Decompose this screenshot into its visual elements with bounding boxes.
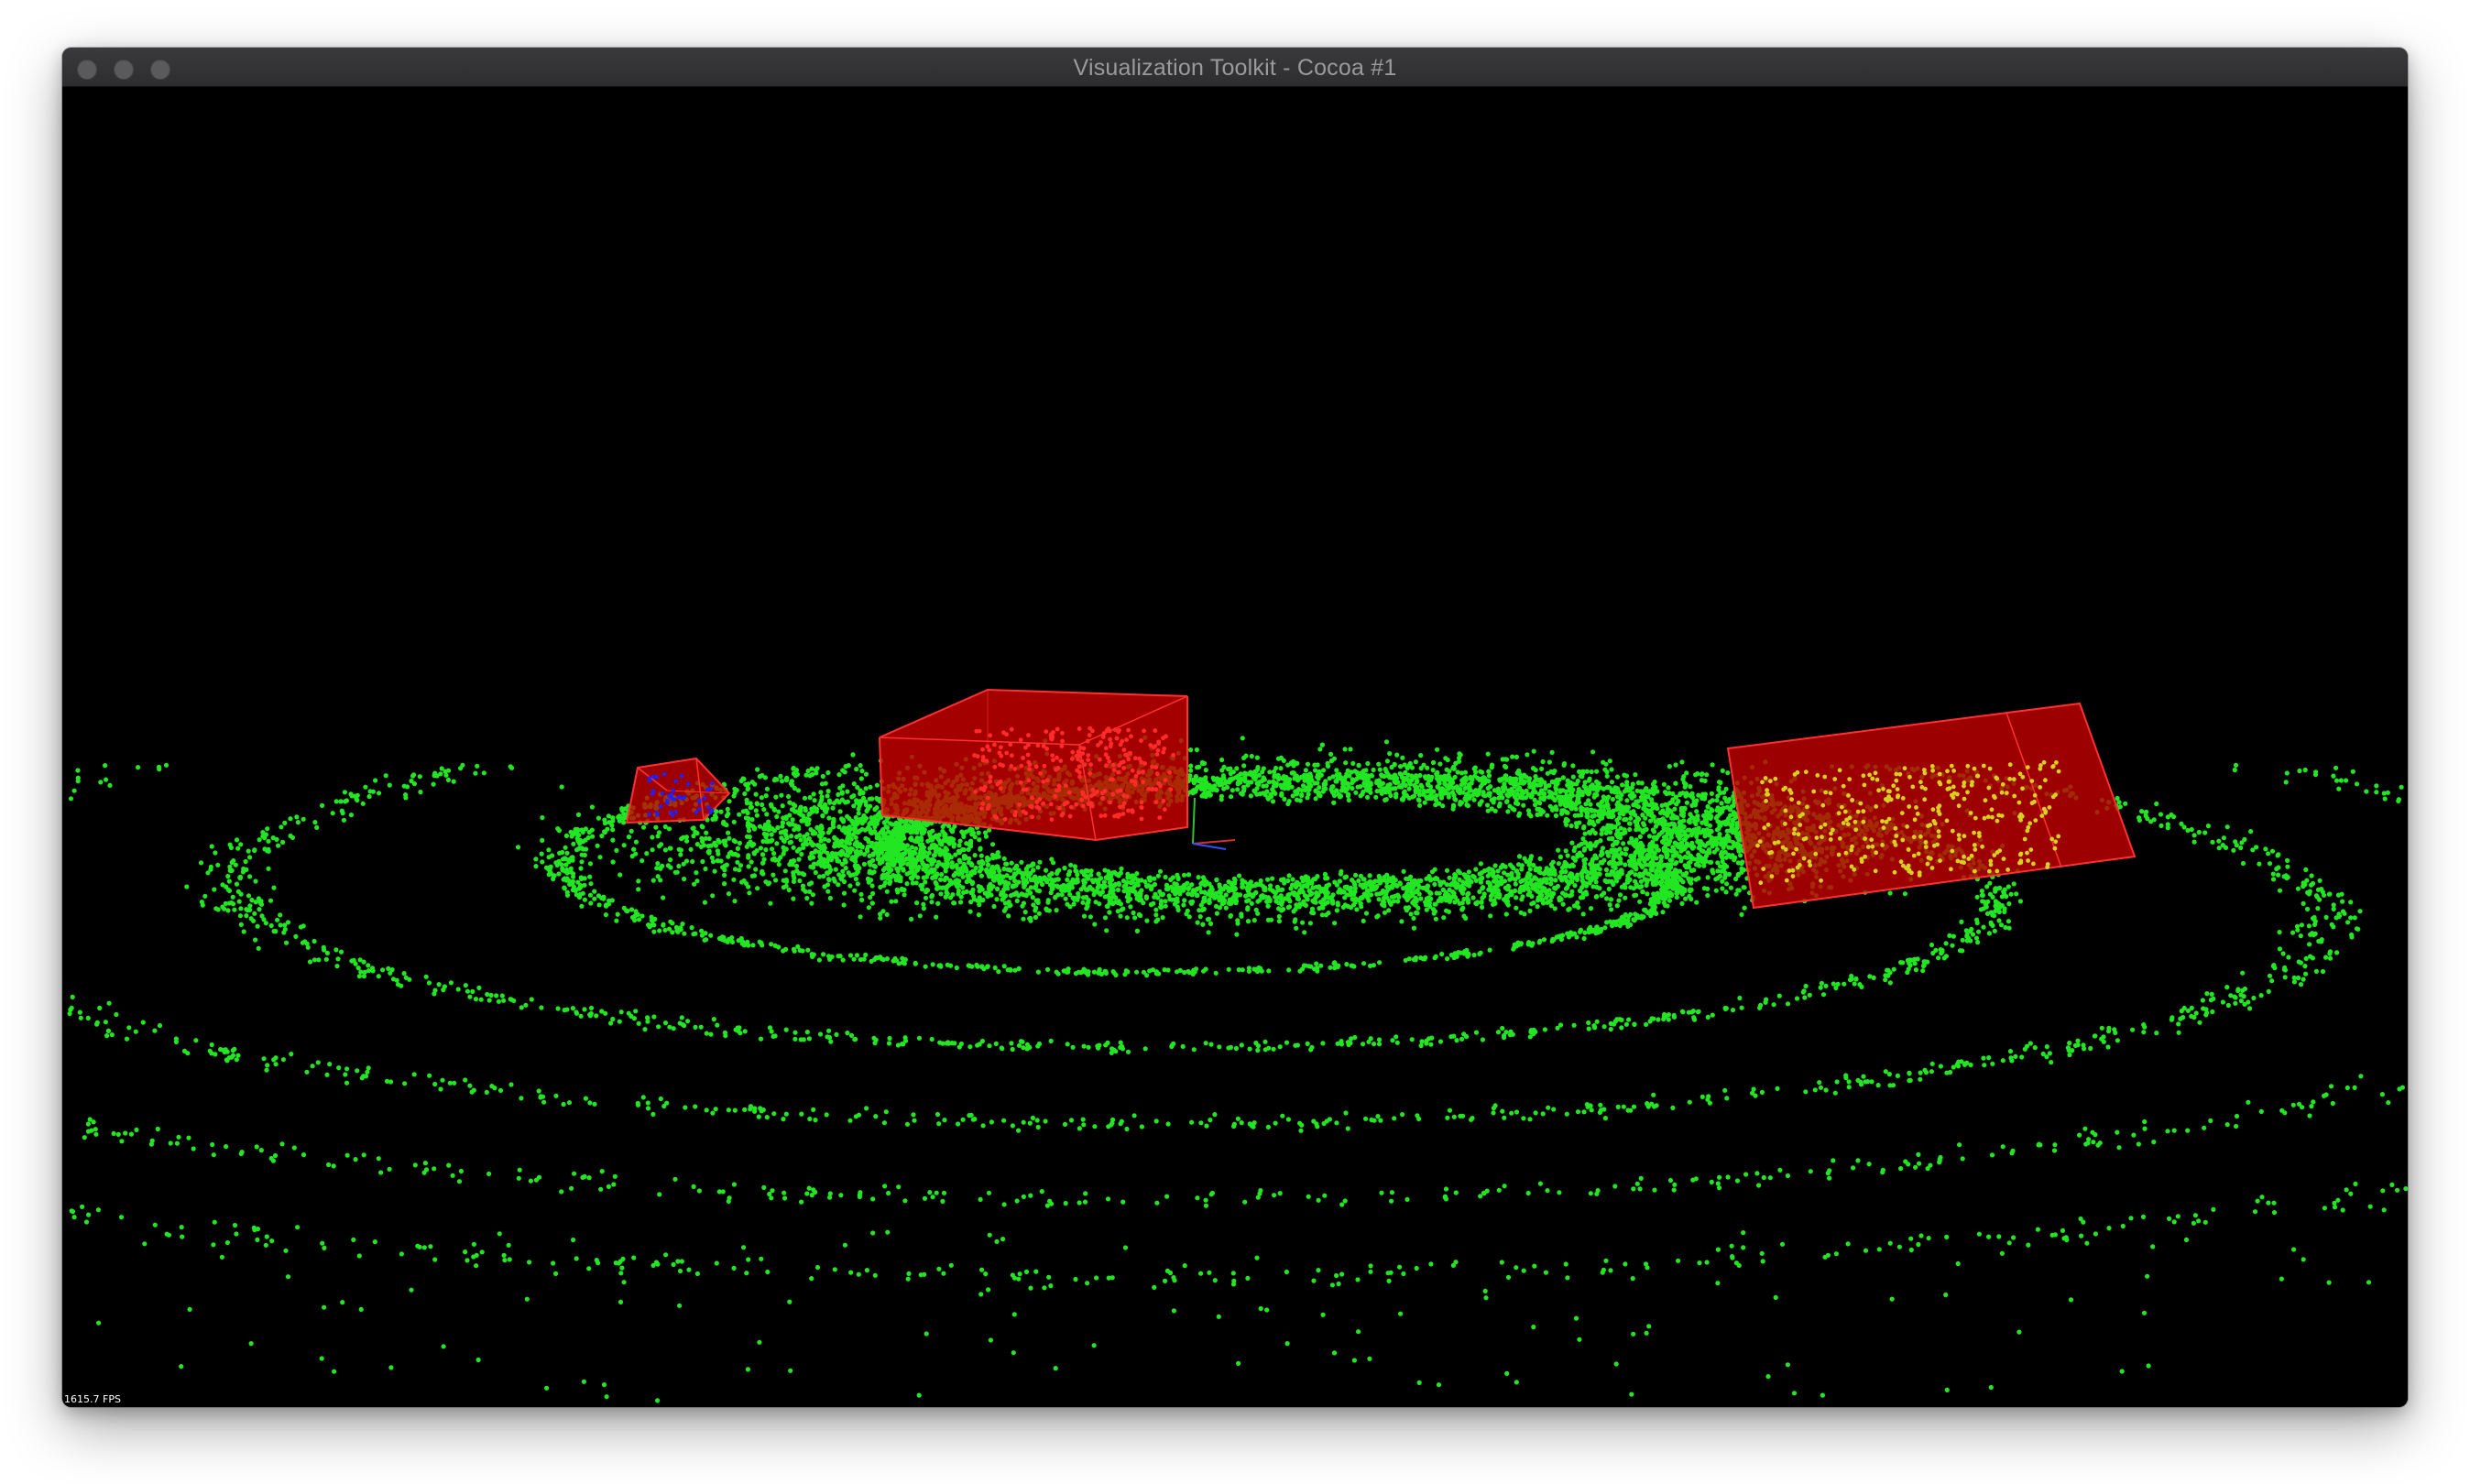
fps-counter: 1615.7 FPS: [64, 1393, 121, 1405]
render-viewport[interactable]: 1615.7 FPS: [62, 87, 2408, 1407]
bounding-box-large: [1726, 702, 2137, 910]
title-bar[interactable]: Visualization Toolkit - Cocoa #1: [62, 48, 2408, 87]
bounding-box-small: [625, 757, 731, 824]
3d-scene[interactable]: [62, 87, 2408, 1407]
bounding-box-medium: [879, 688, 1188, 842]
axes-actor: [1192, 797, 1236, 850]
vtk-render-window: Visualization Toolkit - Cocoa #1 1615.7 …: [62, 48, 2408, 1407]
window-title: Visualization Toolkit - Cocoa #1: [1073, 55, 1397, 81]
